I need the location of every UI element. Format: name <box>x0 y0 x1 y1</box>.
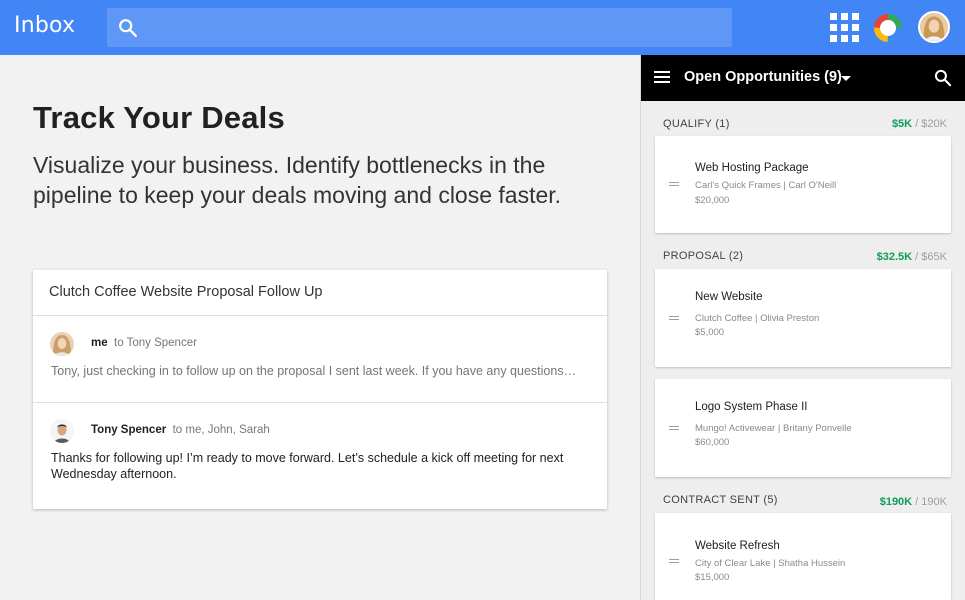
page-title: Track Your Deals <box>33 100 285 135</box>
stage-label-qualify: QUALIFY (1) <box>663 118 730 130</box>
stage-totals: $32.5K / $65K <box>877 251 947 263</box>
deal-value: $60,000 <box>695 437 730 448</box>
page-subtitle: Visualize your business. Identify bottle… <box>33 152 562 208</box>
divider <box>33 402 607 403</box>
top-app-bar: Inbox <box>0 0 965 55</box>
deal-organization: City of Clear Lake | Shatha Hussein <box>695 558 846 569</box>
deal-value: $5,000 <box>695 327 725 338</box>
stage-totals: $190K / 190K <box>880 496 947 508</box>
chevron-down-icon[interactable] <box>841 76 851 81</box>
deal-value: $20,000 <box>695 195 730 206</box>
sender-name: me <box>91 337 108 349</box>
recipients: to Tony Spencer <box>114 337 197 349</box>
stage-label-proposal: PROPOSAL (2) <box>663 250 744 262</box>
message-snippet: Tony, just checking in to follow up on t… <box>51 364 577 378</box>
drag-handle-icon[interactable] <box>669 316 679 321</box>
sender-line: me to Tony Spencer <box>91 337 197 349</box>
drag-handle-icon[interactable] <box>669 182 679 187</box>
search-icon[interactable] <box>933 68 953 88</box>
total-amount: 190K <box>921 496 947 508</box>
deal-card[interactable]: New Website Clutch Coffee | Olivia Prest… <box>655 269 951 367</box>
amount-separator: / <box>912 251 922 263</box>
email-thread-card[interactable]: Clutch Coffee Website Proposal Follow Up… <box>33 270 607 509</box>
deal-card[interactable]: Logo System Phase II Mungo! Activewear |… <box>655 379 951 477</box>
total-amount: $65K <box>921 251 947 263</box>
search-icon[interactable] <box>117 17 139 39</box>
stage-label-contract-sent: CONTRACT SENT (5) <box>663 494 778 506</box>
recipients: to me, John, Sarah <box>172 424 270 436</box>
search-input[interactable] <box>151 14 721 41</box>
search-bar[interactable] <box>107 8 732 47</box>
menu-icon[interactable] <box>654 71 670 83</box>
sender-avatar <box>50 332 74 356</box>
message-body: Thanks for following up! I’m ready to mo… <box>51 451 564 481</box>
sender-name: Tony Spencer <box>91 424 167 436</box>
won-amount: $32.5K <box>876 251 913 263</box>
divider <box>33 315 607 316</box>
deal-name: Logo System Phase II <box>695 401 808 413</box>
deal-card[interactable]: Website Refresh City of Clear Lake | Sha… <box>655 513 951 600</box>
opportunities-panel: Open Opportunities (9) QUALIFY (1) $5K /… <box>640 55 965 600</box>
apps-grid-icon[interactable] <box>830 13 859 42</box>
sender-avatar <box>50 419 74 443</box>
deal-card[interactable]: Web Hosting Package Carl's Quick Frames … <box>655 136 951 233</box>
won-amount: $5K <box>891 118 913 130</box>
drag-handle-icon[interactable] <box>669 559 679 564</box>
drag-handle-icon[interactable] <box>669 426 679 431</box>
sender-line: Tony Spencer to me, John, Sarah <box>91 424 270 436</box>
panel-header: Open Opportunities (9) <box>641 55 965 101</box>
deal-name: Web Hosting Package <box>695 162 809 174</box>
total-amount: $20K <box>921 118 947 130</box>
panel-title[interactable]: Open Opportunities (9) <box>684 69 842 85</box>
amount-separator: / <box>912 118 922 130</box>
deal-organization: Mungo! Activewear | Britany Ponvelle <box>695 423 852 434</box>
app-title[interactable]: Inbox <box>14 13 75 38</box>
stage-totals: $5K / $20K <box>892 118 947 130</box>
deal-organization: Carl's Quick Frames | Carl O'Neill <box>695 180 837 191</box>
email-subject[interactable]: Clutch Coffee Website Proposal Follow Up <box>49 284 322 300</box>
colorful-ring-icon[interactable] <box>872 12 904 44</box>
deal-name: New Website <box>695 291 763 303</box>
deal-value: $15,000 <box>695 572 730 583</box>
deal-organization: Clutch Coffee | Olivia Preston <box>695 313 820 324</box>
won-amount: $190K <box>879 496 913 508</box>
user-avatar[interactable] <box>918 11 950 43</box>
amount-separator: / <box>912 496 922 508</box>
deal-name: Website Refresh <box>695 540 780 552</box>
